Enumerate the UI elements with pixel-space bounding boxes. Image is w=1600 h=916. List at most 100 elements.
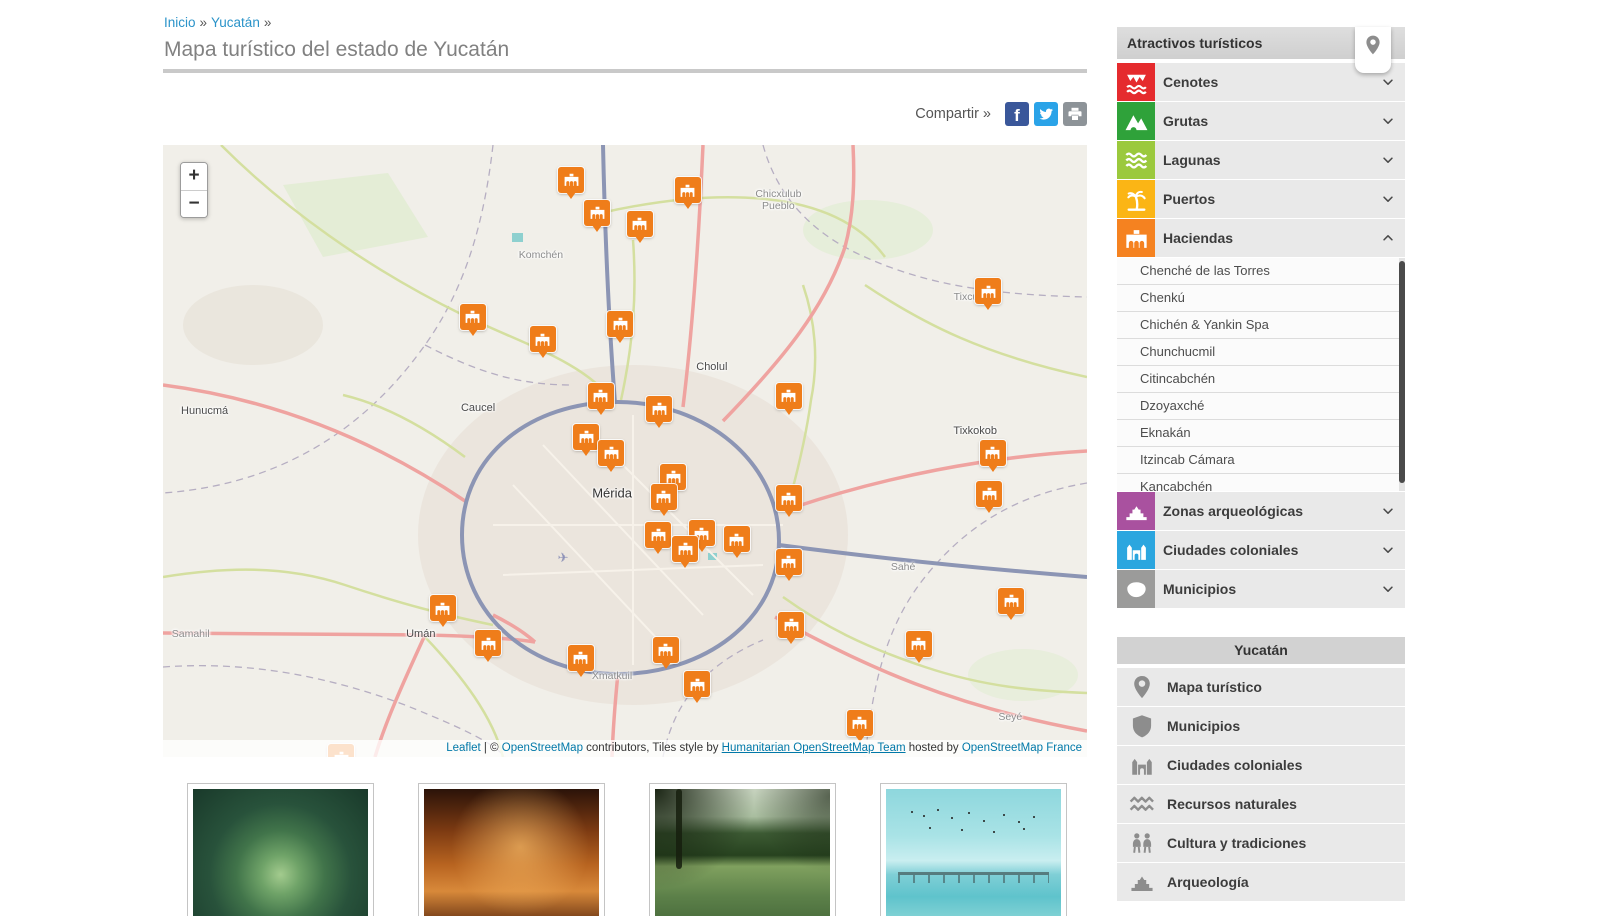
thumbnail-grutas[interactable] [418,783,605,916]
chevron-down-icon [1381,543,1395,557]
hacienda-icon [657,641,674,658]
category-row[interactable]: Puertos [1117,180,1405,218]
attribution-text: | © [481,742,502,754]
category-label: Cenotes [1163,74,1218,90]
hacienda-map-marker[interactable] [646,396,672,422]
twitter-share-icon[interactable] [1034,102,1058,126]
zoom-in-button[interactable]: + [181,163,207,190]
print-icon[interactable] [1063,102,1087,126]
hacienda-map-marker[interactable] [672,536,698,562]
hacienda-map-marker[interactable] [778,612,804,638]
hacienda-map-marker[interactable] [598,440,624,466]
breadcrumb-region-link[interactable]: Yucatán [211,15,260,30]
menu-item-label: Municipios [1167,718,1240,734]
hacienda-map-marker[interactable] [675,177,701,203]
menu-item[interactable]: Ciudades coloniales [1117,746,1405,784]
menu-item-label: Mapa turístico [1167,679,1262,695]
leaflet-link[interactable]: Leaflet [446,742,481,754]
tree-silhouette [676,789,682,869]
chevron-down-icon [1381,192,1395,206]
map-place-label: Umán [406,628,435,640]
hacienda-map-marker[interactable] [568,645,594,671]
category-row[interactable]: Grutas [1117,102,1405,140]
playa-photo [886,789,1061,916]
category-list-top: Cenotes Grutas Lagunas Puertos [1117,63,1405,257]
hacienda-list-item[interactable]: Citincabchén [1117,366,1405,393]
hacienda-icon [563,171,580,188]
hacienda-list-item[interactable]: Itzincab Cámara [1117,447,1405,474]
hacienda-map-marker[interactable] [651,484,677,510]
attractions-panel: Atractivos turísticos Cenotes Grutas Lag… [1117,27,1405,609]
hacienda-list-item[interactable]: Chichén & Yankin Spa [1117,312,1405,339]
menu-item[interactable]: Arqueología [1117,863,1405,901]
map[interactable]: ✈ Komchén Chicxulub Pueblo Hunucmá Cauce… [163,145,1087,757]
category-row[interactable]: Haciendas [1117,219,1405,257]
hacienda-icon [679,182,696,199]
attribution-text: contributors, Tiles style by [583,742,722,754]
hacienda-map-marker[interactable] [558,167,584,193]
yucatan-menu-items: Mapa turístico Municipios Ciudades colon… [1117,668,1405,901]
thumbnail-laguna[interactable] [649,783,836,916]
grutas-photo [424,789,599,916]
hacienda-map-marker[interactable] [607,311,633,337]
hacienda-map-marker[interactable] [906,631,932,657]
hacienda-list-item[interactable]: Chenché de las Torres [1117,258,1405,285]
menu-item-label: Cultura y tradiciones [1167,835,1306,851]
map-place-label: Hunucmá [181,405,228,417]
hacienda-map-marker[interactable] [645,522,671,548]
menu-item-label: Recursos naturales [1167,796,1297,812]
menu-item-icon [1129,869,1155,895]
hacienda-icon [665,468,682,485]
hacienda-map-marker[interactable] [475,630,501,656]
hacienda-map-marker[interactable] [776,549,802,575]
hacienda-icon [572,649,589,666]
pier-decoration [898,872,1049,875]
hacienda-list-item[interactable]: Kancabchén [1117,474,1405,491]
hacienda-items: Chenché de las Torres Chenkú Chichén & Y… [1117,258,1405,491]
scrollbar-thumb[interactable] [1399,261,1405,483]
hacienda-map-marker[interactable] [998,588,1024,614]
category-row[interactable]: Zonas arqueológicas [1117,492,1405,530]
thumbnail-playa[interactable] [880,783,1067,916]
hot-team-link[interactable]: Humanitarian OpenStreetMap Team [722,742,906,754]
scrollbar-track[interactable] [1399,258,1405,491]
hacienda-list-item[interactable]: Chenkú [1117,285,1405,312]
zoom-out-button[interactable]: − [181,190,207,217]
osm-france-link[interactable]: OpenStreetMap France [962,742,1082,754]
hacienda-map-marker[interactable] [430,595,456,621]
thumbnail-cenote[interactable] [187,783,374,916]
hacienda-list-item[interactable]: Dzoyaxché [1117,393,1405,420]
pin-icon [1362,34,1384,56]
facebook-share-icon[interactable]: f [1005,102,1029,126]
hacienda-map-marker[interactable] [684,671,710,697]
openstreetmap-link[interactable]: OpenStreetMap [502,742,583,754]
hacienda-map-marker[interactable] [627,211,653,237]
hacienda-icon [434,600,451,617]
hacienda-list-item[interactable]: Chunchucmil [1117,339,1405,366]
menu-item[interactable]: Cultura y tradiciones [1117,824,1405,862]
hacienda-map-marker[interactable] [847,710,873,736]
hacienda-map-marker[interactable] [584,200,610,226]
hacienda-map-marker[interactable] [975,278,1001,304]
hacienda-map-marker[interactable] [588,383,614,409]
hacienda-map-marker[interactable] [460,304,486,330]
hacienda-map-marker[interactable] [573,424,599,450]
category-row[interactable]: Ciudades coloniales [1117,531,1405,569]
hacienda-map-marker[interactable] [776,485,802,511]
hacienda-map-marker[interactable] [653,637,679,663]
hacienda-map-marker[interactable] [980,440,1006,466]
hacienda-map-marker[interactable] [530,326,556,352]
menu-item[interactable]: Recursos naturales [1117,785,1405,823]
category-label: Municipios [1163,581,1236,597]
category-icon [1117,180,1155,218]
menu-item[interactable]: Municipios [1117,707,1405,745]
menu-item[interactable]: Mapa turístico [1117,668,1405,706]
hacienda-map-marker[interactable] [976,481,1002,507]
airport-icon: ✈ [558,550,569,566]
breadcrumb-home-link[interactable]: Inicio [164,15,196,30]
hacienda-map-marker[interactable] [776,383,802,409]
category-row[interactable]: Lagunas [1117,141,1405,179]
category-row[interactable]: Municipios [1117,570,1405,608]
hacienda-map-marker[interactable] [724,526,750,552]
hacienda-list-item[interactable]: Eknakán [1117,420,1405,447]
